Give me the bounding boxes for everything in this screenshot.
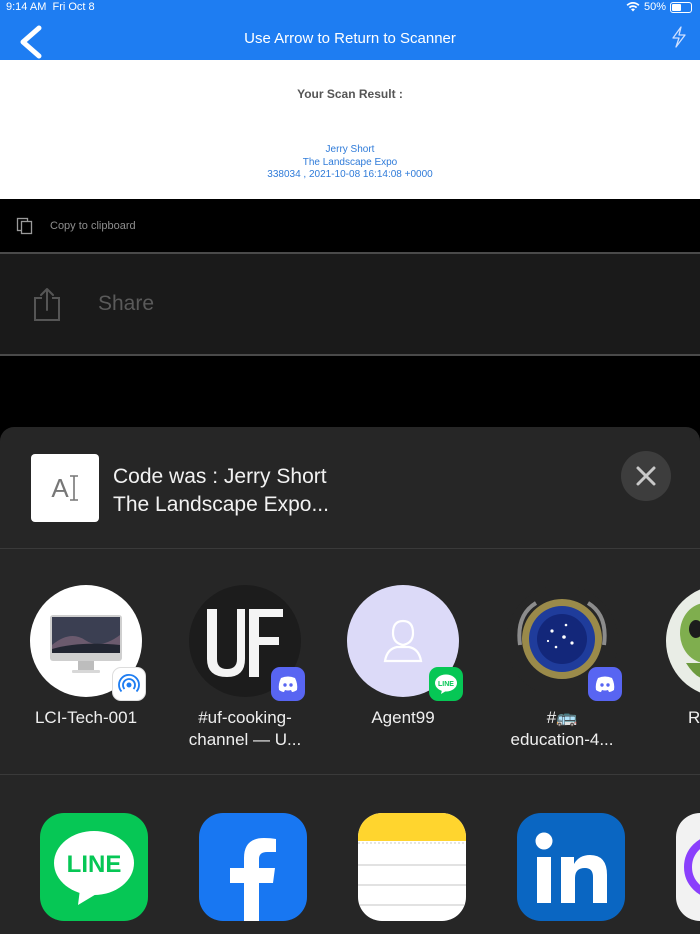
copy-label: Copy to clipboard: [50, 219, 136, 232]
linkedin-app-icon[interactable]: [517, 813, 625, 921]
wifi-icon: [626, 2, 640, 12]
share-recipient[interactable]: LINE Agent99: [328, 585, 478, 729]
svg-text:LINE: LINE: [438, 681, 454, 688]
share-recipient[interactable]: LCI-Tech-001: [11, 585, 161, 729]
partial-app-icon[interactable]: [676, 813, 700, 921]
scan-result-heading: Your Scan Result :: [297, 87, 403, 101]
battery-icon: [670, 1, 692, 13]
status-bar: 9:14 AM Fri Oct 8 50%: [0, 0, 700, 16]
text-cursor-icon: [69, 475, 78, 501]
avatar: LINE: [347, 585, 463, 701]
flash-icon: [672, 26, 686, 48]
close-share-sheet-button[interactable]: [621, 451, 671, 501]
share-button[interactable]: Share: [0, 254, 700, 354]
recipient-name: Agent99: [371, 708, 435, 727]
share-item-title-line2: The Landscape Expo...: [113, 493, 329, 516]
alien-avatar-icon: [666, 585, 700, 697]
flash-button[interactable]: [670, 26, 688, 48]
discord-icon: [588, 667, 622, 701]
share-item-title-line1: Code was : Jerry Short: [113, 465, 327, 488]
notes-app-icon[interactable]: [358, 813, 466, 921]
document-thumb-text: A: [51, 472, 69, 503]
share-recipient[interactable]: R: [646, 585, 700, 729]
copy-to-clipboard-button[interactable]: Copy to clipboard: [0, 199, 700, 252]
copy-icon: [16, 217, 33, 234]
share-sheet-header: A Code was : Jerry Short The Landscape E…: [0, 427, 700, 549]
scan-result-line: 338034 , 2021-10-08 16:14:08 +0000: [267, 169, 433, 180]
share-recipient[interactable]: #uf-cooking- channel — U...: [170, 585, 320, 751]
text-document-icon: A: [31, 454, 99, 522]
recipient-name: LCI-Tech-001: [34, 708, 138, 727]
recipient-name: #🚌 education-4...: [510, 708, 614, 749]
share-label: Share: [98, 292, 155, 315]
nav-title: Use Arrow to Return to Scanner: [244, 30, 456, 47]
share-icon: [34, 288, 60, 321]
share-apps-row: LINE: [0, 776, 700, 934]
share-recipients-row: LCI-Tech-001 #uf-cooking- channel — U...: [0, 549, 700, 775]
line-icon: LINE: [429, 667, 463, 701]
divider: [0, 354, 700, 356]
status-right: 50%: [626, 1, 692, 13]
facebook-app-icon[interactable]: [199, 813, 307, 921]
battery-percent: 50%: [643, 1, 666, 13]
recipient-name: R: [688, 708, 700, 727]
avatar: [30, 585, 146, 701]
scan-result-card: Your Scan Result : Jerry Short The Lands…: [0, 60, 700, 199]
close-icon: [636, 466, 656, 486]
share-item-title: Code was : Jerry Short The Landscape Exp…: [113, 463, 329, 519]
scan-result-line: The Landscape Expo: [302, 156, 398, 168]
scan-result-text[interactable]: Jerry Short The Landscape Expo 338034 , …: [0, 144, 700, 182]
airdrop-icon: [112, 667, 146, 701]
scan-result-line: Jerry Short: [325, 144, 375, 155]
line-app-icon[interactable]: LINE: [40, 813, 148, 921]
avatar: [189, 585, 305, 701]
share-sheet: A Code was : Jerry Short The Landscape E…: [0, 427, 700, 934]
recipient-name: #uf-cooking- channel — U...: [188, 708, 302, 749]
share-recipient[interactable]: #🚌 education-4...: [487, 585, 637, 751]
avatar: [506, 585, 622, 701]
status-time: 9:14 AM Fri Oct 8: [6, 1, 95, 13]
avatar: [666, 585, 700, 697]
discord-icon: [271, 667, 305, 701]
navigation-bar: 9:14 AM Fri Oct 8 50% Use Arrow to Retur…: [0, 0, 700, 60]
svg-text:LINE: LINE: [67, 851, 122, 878]
